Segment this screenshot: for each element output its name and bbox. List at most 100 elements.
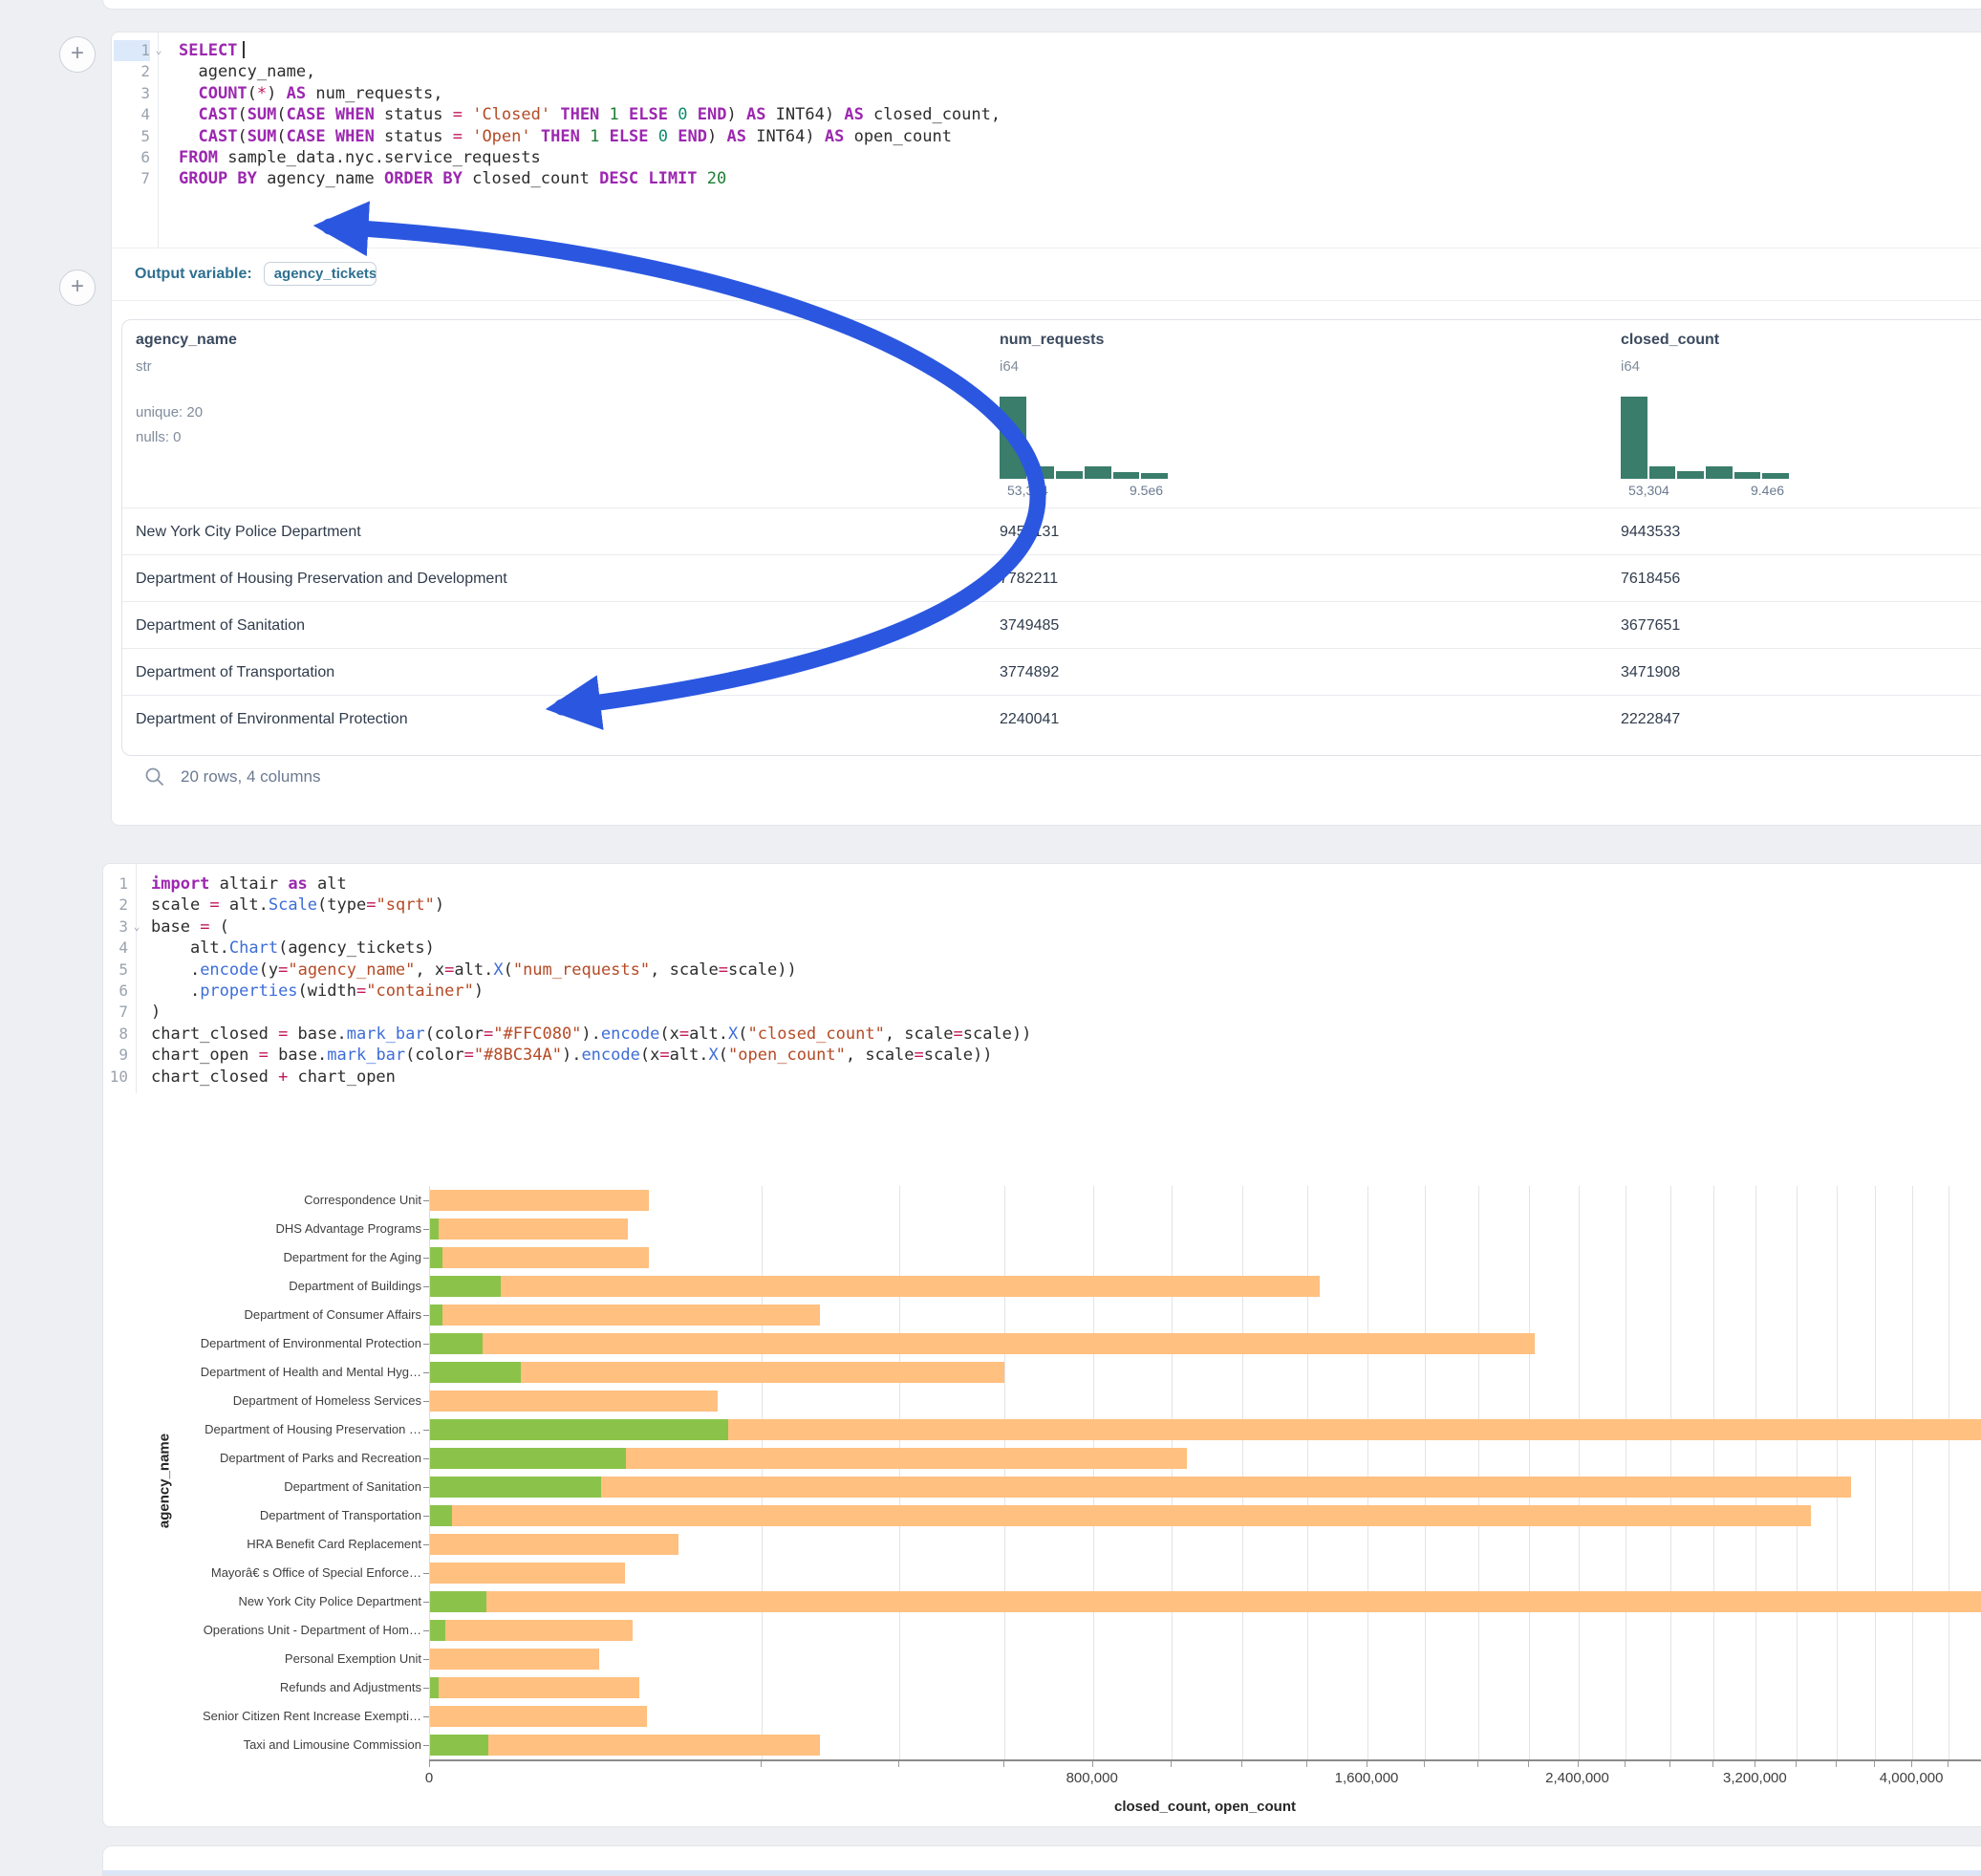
y-tick (423, 1630, 429, 1631)
table-footer: 20 rows, 4 columns (144, 766, 320, 787)
table-header: agency_namestrunique: 20nulls: 0 num_requ… (122, 320, 1981, 507)
bar-open_count[interactable] (430, 1448, 626, 1469)
output-variable-chip[interactable]: agency_tickets (264, 262, 377, 286)
line-number: 8 (105, 1024, 128, 1045)
x-tick (1669, 1761, 1670, 1767)
bar-open_count[interactable] (430, 1247, 442, 1268)
table-cell: 2222847 (1607, 696, 1680, 743)
fold-spacer (150, 83, 167, 104)
fold-spacer (128, 981, 145, 1002)
bar-open_count[interactable] (430, 1218, 439, 1240)
bar-open_count[interactable] (430, 1505, 452, 1526)
code-line: 7GROUP BY agency_name ORDER BY closed_co… (114, 168, 1929, 189)
x-axis-title: closed_count, open_count (1114, 1799, 1296, 1815)
table-cell: 3774892 (986, 649, 1059, 696)
bar-closed_count[interactable] (430, 1649, 599, 1670)
table-row[interactable]: Department of Sanitation37494853677651 (122, 601, 1981, 649)
table-cell: 7618456 (1607, 555, 1680, 602)
table-cell: 9443533 (1607, 508, 1680, 555)
x-tick (1003, 1761, 1004, 1767)
y-axis-label: Department of Health and Mental Hyg… (116, 1358, 421, 1387)
result-table[interactable]: agency_namestrunique: 20nulls: 0 num_requ… (121, 319, 1981, 756)
bar-open_count[interactable] (430, 1305, 442, 1326)
bar-closed_count[interactable] (430, 1276, 1320, 1297)
bar-closed_count[interactable] (430, 1706, 647, 1727)
sql-editor[interactable]: 1⌄SELECT2 agency_name,3 COUNT(*) AS num_… (114, 40, 1929, 190)
bar-open_count[interactable] (430, 1276, 501, 1297)
line-number: 10 (105, 1067, 128, 1088)
column-name: agency_name (136, 332, 237, 349)
column-header-num_requests[interactable]: num_requestsi6453,3049.5e6 (986, 320, 1311, 507)
table-row[interactable]: New York City Police Department 9453131 94… (122, 507, 1981, 555)
bar-open_count[interactable] (430, 1333, 483, 1354)
bar-closed_count[interactable] (430, 1218, 628, 1240)
code-line: 1⌄SELECT (114, 40, 1929, 61)
bar-closed_count[interactable] (430, 1305, 820, 1326)
fold-chevron-icon[interactable]: ⌄ (128, 916, 145, 938)
bar-open_count[interactable] (430, 1591, 486, 1612)
column-stat: nulls: 0 (136, 429, 182, 445)
y-axis-label: Personal Exemption Unit (116, 1645, 421, 1673)
sql-cell: 1⌄SELECT2 agency_name,3 COUNT(*) AS num_… (111, 32, 1981, 826)
bar-open_count[interactable] (430, 1477, 601, 1498)
fold-chevron-icon[interactable]: ⌄ (150, 40, 167, 61)
bar-closed_count[interactable] (430, 1505, 1811, 1526)
line-number: 3 (105, 916, 128, 938)
fold-spacer (150, 168, 167, 189)
add-cell-button[interactable]: + (59, 270, 96, 306)
bar-chart: agency_name Correspondence UnitDHS Advan… (103, 1179, 1981, 1810)
bar-open_count[interactable] (430, 1677, 439, 1698)
column-header-closed_count[interactable]: closed_counti6453,3049.4e6 (1607, 320, 1932, 507)
bar-open_count[interactable] (430, 1362, 521, 1383)
gridline (1912, 1186, 1913, 1759)
bar-closed_count[interactable] (430, 1190, 649, 1211)
bar-open_count[interactable] (430, 1620, 445, 1641)
x-tick (1796, 1761, 1797, 1767)
bar-open_count[interactable] (430, 1735, 488, 1756)
code-line: 3⌄base = ( (105, 916, 1921, 938)
table-row[interactable]: Department of Environmental Protection22… (122, 695, 1981, 743)
y-axis-label: Department of Buildings (116, 1272, 421, 1301)
column-histogram (1621, 397, 1789, 479)
table-row[interactable]: Department of Housing Preservation and D… (122, 554, 1981, 602)
bar-closed_count[interactable] (430, 1735, 820, 1756)
column-header-agency_name[interactable]: agency_namestrunique: 20nulls: 0 (122, 320, 447, 507)
fold-spacer (150, 104, 167, 125)
line-number: 2 (105, 895, 128, 916)
text-cursor (243, 41, 245, 58)
table-row[interactable]: Department of Transportation377489234719… (122, 648, 1981, 696)
add-cell-button[interactable]: + (59, 36, 96, 73)
hist-min-label: 53,304 (1007, 483, 1048, 498)
gridline (1367, 1186, 1368, 1759)
search-icon[interactable] (144, 766, 165, 787)
y-tick (423, 1573, 429, 1574)
table-cell: New York City Police Department (122, 508, 361, 555)
bar-closed_count[interactable] (430, 1333, 1535, 1354)
table-cell: Department of Housing Preservation and D… (122, 555, 507, 602)
bar-closed_count[interactable] (430, 1477, 1851, 1498)
x-tick-label: 0 (425, 1770, 433, 1786)
output-variable-row: Output variable: agency_tickets (135, 248, 1950, 300)
bar-closed_count[interactable] (430, 1620, 633, 1641)
bar-closed_count[interactable] (430, 1591, 1981, 1612)
python-editor[interactable]: 1import altair as alt2scale = alt.Scale(… (105, 873, 1921, 1088)
bar-closed_count[interactable] (430, 1247, 649, 1268)
x-tick-label: 3,200,000 (1723, 1770, 1787, 1786)
fold-spacer (128, 895, 145, 916)
line-number: 7 (105, 1002, 128, 1023)
table-cell: 9453131 (986, 508, 1059, 555)
bar-open_count[interactable] (430, 1419, 728, 1440)
gridline (1670, 1186, 1671, 1759)
table-cell: 7782211 (986, 555, 1058, 602)
bar-closed_count[interactable] (430, 1563, 625, 1584)
x-tick (1171, 1761, 1172, 1767)
column-name: num_requests (1000, 332, 1104, 349)
bar-closed_count[interactable] (430, 1391, 718, 1412)
bar-closed_count[interactable] (430, 1677, 639, 1698)
y-axis-label: HRA Benefit Card Replacement (116, 1530, 421, 1559)
bar-closed_count[interactable] (430, 1534, 678, 1555)
y-tick (423, 1229, 429, 1230)
y-axis-label: Department of Transportation (116, 1501, 421, 1530)
line-number: 1 (114, 40, 150, 61)
line-number: 3 (114, 83, 150, 104)
